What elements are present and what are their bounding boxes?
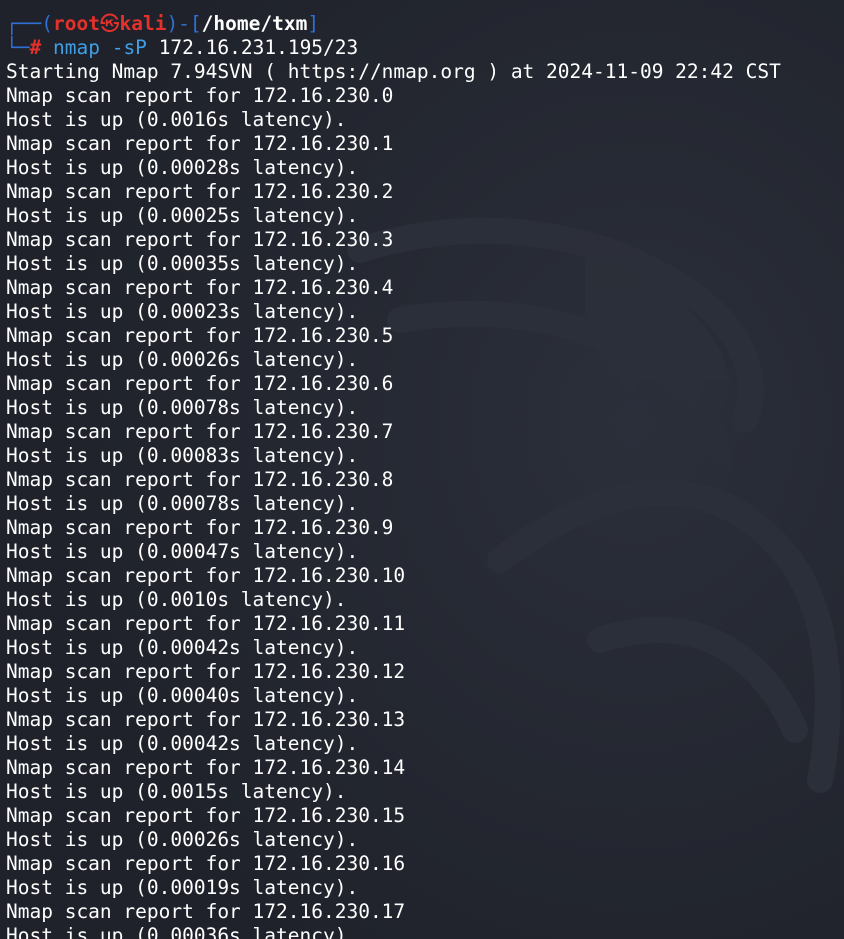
- output-line: Host is up (0.0016s latency).: [6, 108, 347, 131]
- output-line: Host is up (0.00083s latency).: [6, 444, 359, 467]
- output-line: Nmap scan report for 172.16.230.10: [6, 564, 406, 587]
- prompt-line-1: ┌──(root㉿kali)-[/home/txm]: [6, 12, 320, 35]
- output-line: Host is up (0.0010s latency).: [6, 588, 347, 611]
- command-flag: -sP: [111, 36, 147, 59]
- output-line: Host is up (0.00019s latency).: [6, 876, 359, 899]
- output-line: Nmap scan report for 172.16.230.0: [6, 84, 394, 107]
- output-line: Nmap scan report for 172.16.230.8: [6, 468, 394, 491]
- output-line: Host is up (0.00026s latency).: [6, 828, 359, 851]
- output-line: Nmap scan report for 172.16.230.14: [6, 756, 406, 779]
- output-line: Host is up (0.0015s latency).: [6, 780, 347, 803]
- output-line: Host is up (0.00078s latency).: [6, 396, 359, 419]
- output-line: Host is up (0.00047s latency).: [6, 540, 359, 563]
- output-line: Nmap scan report for 172.16.230.9: [6, 516, 394, 539]
- output-line: Host is up (0.00035s latency).: [6, 252, 359, 275]
- output-line: Nmap scan report for 172.16.230.15: [6, 804, 406, 827]
- output-line: Nmap scan report for 172.16.230.4: [6, 276, 394, 299]
- output-line: Nmap scan report for 172.16.230.2: [6, 180, 394, 203]
- prompt-at-icon: ㉿: [99, 12, 120, 35]
- output-line: Host is up (0.00026s latency).: [6, 348, 359, 371]
- output-line: Nmap scan report for 172.16.230.3: [6, 228, 394, 251]
- output-line: Host is up (0.00042s latency).: [6, 732, 359, 755]
- output-line: Host is up (0.00078s latency).: [6, 492, 359, 515]
- terminal-content: ┌──(root㉿kali)-[/home/txm] └─# nmap -sP …: [6, 12, 844, 939]
- command-argument: 172.16.231.195/23: [158, 36, 359, 59]
- output-line: Nmap scan report for 172.16.230.5: [6, 324, 394, 347]
- output-line: Host is up (0.00040s latency).: [6, 684, 359, 707]
- output-line: Nmap scan report for 172.16.230.11: [6, 612, 406, 635]
- output-line: Nmap scan report for 172.16.230.16: [6, 852, 406, 875]
- output-line: Starting Nmap 7.94SVN ( https://nmap.org…: [6, 60, 781, 83]
- prompt-path: /home/txm: [201, 12, 308, 35]
- output-line: Nmap scan report for 172.16.230.13: [6, 708, 406, 731]
- output-line: Nmap scan report for 172.16.230.17: [6, 900, 406, 923]
- prompt-host: kali: [119, 12, 167, 35]
- output-line: Host is up (0.00023s latency).: [6, 300, 359, 323]
- output-line: Nmap scan report for 172.16.230.7: [6, 420, 394, 443]
- terminal-window[interactable]: ┌──(root㉿kali)-[/home/txm] └─# nmap -sP …: [0, 0, 844, 939]
- output-line: Host is up (0.00042s latency).: [6, 636, 359, 659]
- command-name: nmap: [52, 36, 100, 59]
- prompt-line-2[interactable]: └─# nmap -sP 172.16.231.195/23: [6, 36, 844, 60]
- output-line: Nmap scan report for 172.16.230.1: [6, 132, 394, 155]
- output-line: Host is up (0.00036s latency).: [6, 924, 359, 939]
- output-line: Host is up (0.00028s latency).: [6, 156, 359, 179]
- prompt-user: root: [52, 12, 100, 35]
- prompt-symbol: #: [29, 36, 42, 59]
- output-line: Nmap scan report for 172.16.230.12: [6, 660, 406, 683]
- output-line: Nmap scan report for 172.16.230.6: [6, 372, 394, 395]
- output-line: Host is up (0.00025s latency).: [6, 204, 359, 227]
- prompt-box-corner-top: ┌──: [6, 12, 42, 35]
- prompt-box-corner-bottom: └─: [6, 36, 30, 59]
